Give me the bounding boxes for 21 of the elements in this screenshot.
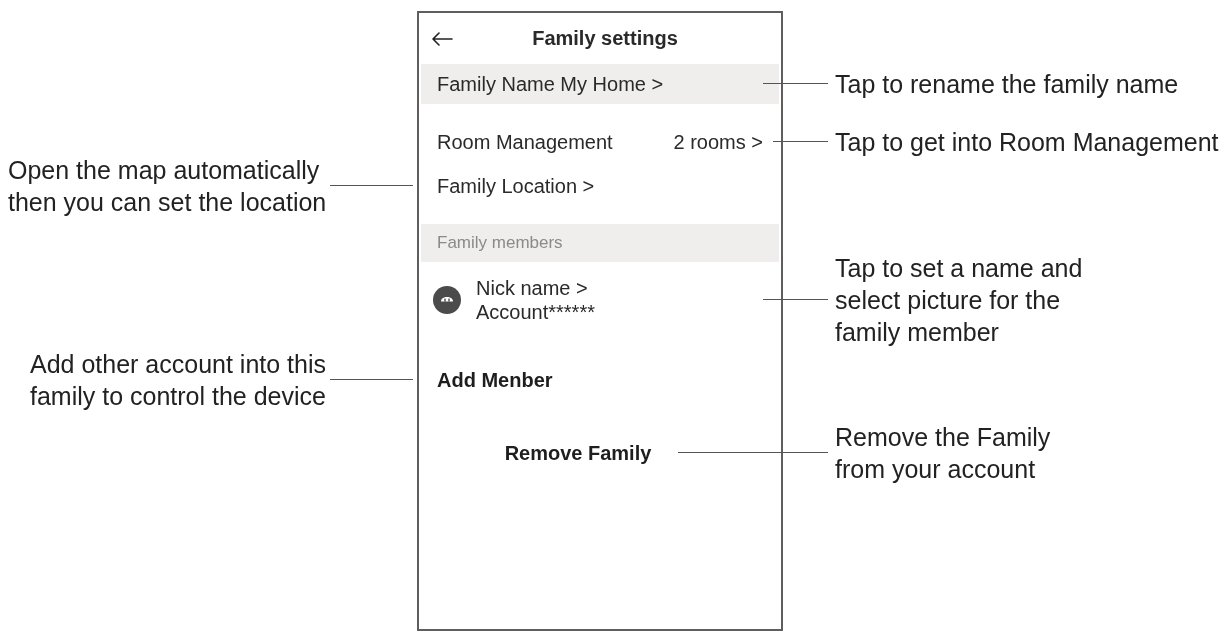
screen-title: Family settings <box>532 27 678 50</box>
callout-text: Tap to set a name and select picture for the family member <box>835 253 1083 348</box>
member-nickname[interactable]: Nick name > <box>476 276 588 300</box>
callout-text: Tap to rename the family name <box>835 69 1179 100</box>
row-label: Family Name My Home > <box>437 72 664 96</box>
callout-text: Remove the Family from your account <box>835 422 1051 485</box>
avatar-icon <box>433 286 461 314</box>
settings-row[interactable]: Family Location > <box>421 164 779 208</box>
section-header: Family members <box>421 224 779 262</box>
add-member-button[interactable]: Add Menber <box>435 360 555 400</box>
member-account: Account****** <box>476 300 595 324</box>
settings-row[interactable]: Room Management 2 rooms > <box>421 120 779 164</box>
row-value: 2 rooms > <box>673 130 763 154</box>
back-arrow-icon[interactable] <box>431 31 453 46</box>
callout-text: Add other account into this family to control the device <box>30 349 327 412</box>
row-label: Family Location > <box>437 174 595 198</box>
settings-row[interactable]: Family Name My Home > <box>421 64 779 104</box>
callout-text: Open the map automatically then you can set the location <box>8 155 327 218</box>
row-label: Room Management <box>437 130 613 154</box>
callout-text: Tap to get into Room Management <box>835 127 1219 158</box>
remove-family-button[interactable]: Remove Family <box>502 433 654 473</box>
